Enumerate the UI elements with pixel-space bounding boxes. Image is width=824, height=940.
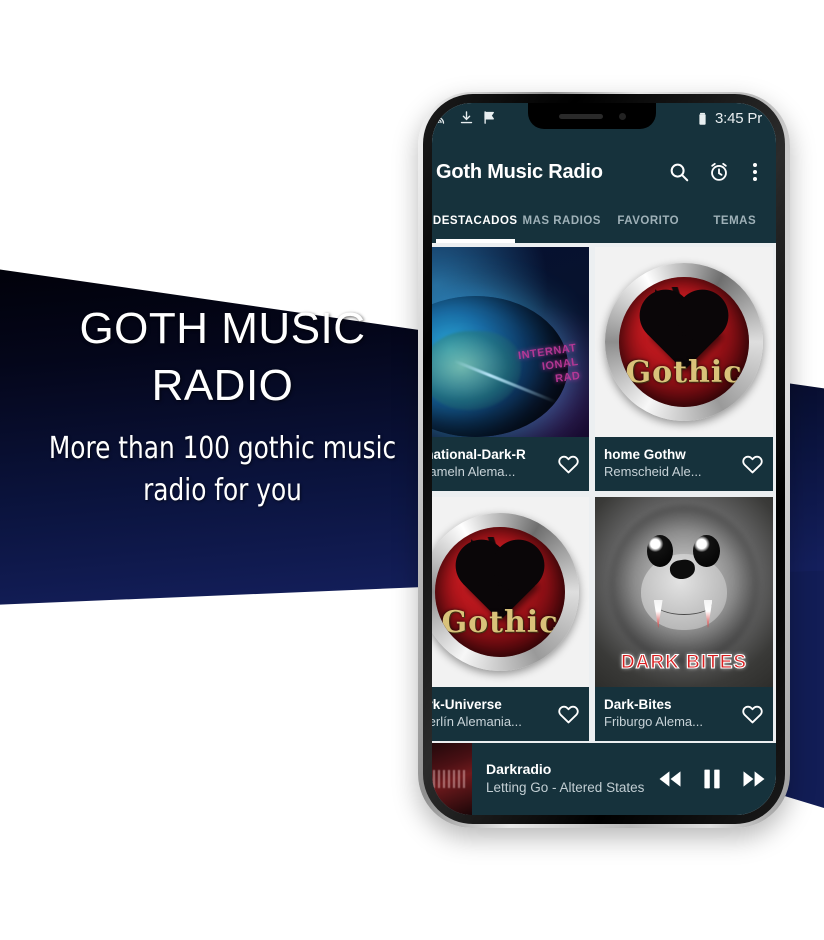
heart-outline-icon[interactable] [737,453,767,476]
promo-title-line1: GOTH MUSIC [79,304,366,353]
station-text: rnational-Dark-R Hameln Alema... [432,447,553,481]
station-location: Remscheid Ale... [604,463,702,479]
app-screen: 3:45 Pr Goth Music Radio DESTACADOS MAS … [432,103,776,815]
heart-outline-icon[interactable] [553,703,583,726]
rewind-button[interactable] [656,765,684,793]
station-location: Friburgo Alema... [604,713,703,729]
tab-bar: DESTACADOS MAS RADIOS FAVORITO TEMAS [432,199,776,243]
station-name: home Gothw [604,447,686,463]
cast-icon [436,110,451,125]
now-playing-station: Darkradio [486,761,552,778]
promo-subtitle-line1: More than 100 gothic music [48,431,397,467]
promo-title: GOTH MUSIC RADIO [0,300,445,414]
status-bar-left-icons [436,110,497,125]
station-info-bar: ark-Universe Berlín Alemania... [432,687,589,741]
heart-outline-icon[interactable] [737,703,767,726]
tab-favorito[interactable]: FAVORITO [605,199,692,243]
pause-button[interactable] [698,765,726,793]
promo-title-line2: RADIO [151,361,294,411]
app-bar-actions [668,161,766,183]
station-artwork-earth: INTERNAT IONAL RAD [432,247,589,437]
promo-subtitle: More than 100 gothic music radio for you [18,428,427,512]
overflow-menu-icon[interactable] [748,163,762,181]
flag-check-icon [482,110,497,125]
station-name: ark-Universe [432,697,502,713]
now-playing-artwork [432,743,472,815]
station-location: Berlín Alemania... [432,713,522,729]
heart-outline-icon[interactable] [553,453,583,476]
app-title: Goth Music Radio [436,160,603,183]
search-icon[interactable] [668,161,690,183]
gothic-silver-disc: Gothic [432,512,580,672]
earth-artwork-text: INTERNAT IONAL RAD [516,341,581,385]
gothic-red-field: Gothic [619,277,749,407]
tab-temas-label: TEMAS [713,215,757,227]
earpiece-speaker [558,113,603,119]
status-bar: 3:45 Pr [432,103,776,145]
tab-destacados[interactable]: DESTACADOS [432,199,519,243]
station-artwork-gothic: Gothic [595,247,773,437]
promo-subtitle-line2: radio for you [143,473,302,509]
phone-notch [528,103,656,129]
download-icon [459,110,474,125]
front-camera [618,112,626,120]
gothic-artwork-background: Gothic [595,247,773,437]
phone-mockup: 3:45 Pr Goth Music Radio DESTACADOS MAS … [418,86,790,834]
earth-artwork-background: INTERNAT IONAL RAD [432,247,589,437]
station-card[interactable]: INTERNATIONALRAD rnational-Dark-R Hameln… [432,247,589,491]
player-controls [650,765,768,793]
tab-destacados-label: DESTACADOS [432,215,518,227]
gothic-logo-text: Gothic [441,605,559,641]
alarm-icon[interactable] [708,161,730,183]
station-info-bar: rnational-Dark-R Hameln Alema... [432,437,589,491]
station-card[interactable]: DARK BITES Dark-Bites Friburgo Alema... [595,497,773,741]
bites-artwork-background: DARK BITES [595,497,773,687]
gothic-silver-disc: Gothic [604,262,764,422]
station-name: rnational-Dark-R [432,447,526,463]
station-name: Dark-Bites [604,697,672,713]
tab-mas-radios-label: MAS RADIOS [522,215,601,227]
gothic-red-field: Gothic [435,527,565,657]
gothic-artwork-background: Gothic [432,497,589,687]
now-playing-bar[interactable]: Darkradio Letting Go - Altered States [432,743,776,815]
station-card[interactable]: Gothic home Gothw Remscheid Ale... [595,247,773,491]
bites-eye-right [692,535,720,568]
status-bar-right: 3:45 Pr [695,110,764,127]
tab-mas-radios[interactable]: MAS RADIOS [519,199,606,243]
app-bar: Goth Music Radio [432,145,776,199]
status-bar-time: 3:45 Pr [715,110,762,127]
gothic-logo-text: Gothic [625,355,743,391]
tab-temas[interactable]: TEMAS [692,199,777,243]
battery-icon [695,111,710,126]
station-card[interactable]: Gothic ark-Universe Berlín Alemania... [432,497,589,741]
station-text: home Gothw Remscheid Ale... [604,447,737,481]
tab-favorito-label: FAVORITO [617,215,680,227]
phone-screen: 3:45 Pr Goth Music Radio DESTACADOS MAS … [432,103,776,815]
station-text: ark-Universe Berlín Alemania... [432,697,553,731]
station-info-bar: Dark-Bites Friburgo Alema... [595,687,773,741]
bites-artwork-caption: DARK BITES [620,651,748,673]
forward-button[interactable] [740,765,768,793]
bites-mouth [655,592,713,615]
now-playing-song: Letting Go - Altered States [486,780,645,796]
promo-screenshot: GOTH MUSIC RADIO More than 100 gothic mu… [0,0,824,940]
station-artwork-gothic: Gothic [432,497,589,687]
station-artwork-dark-bites: DARK BITES [595,497,773,687]
station-location: Hameln Alema... [432,463,516,479]
now-playing-meta: Darkradio Letting Go - Altered States [472,760,650,797]
station-grid: INTERNATIONALRAD rnational-Dark-R Hameln… [432,243,776,743]
promo-text-block: GOTH MUSIC RADIO More than 100 gothic mu… [0,300,445,512]
station-info-bar: home Gothw Remscheid Ale... [595,437,773,491]
station-text: Dark-Bites Friburgo Alema... [604,697,737,731]
